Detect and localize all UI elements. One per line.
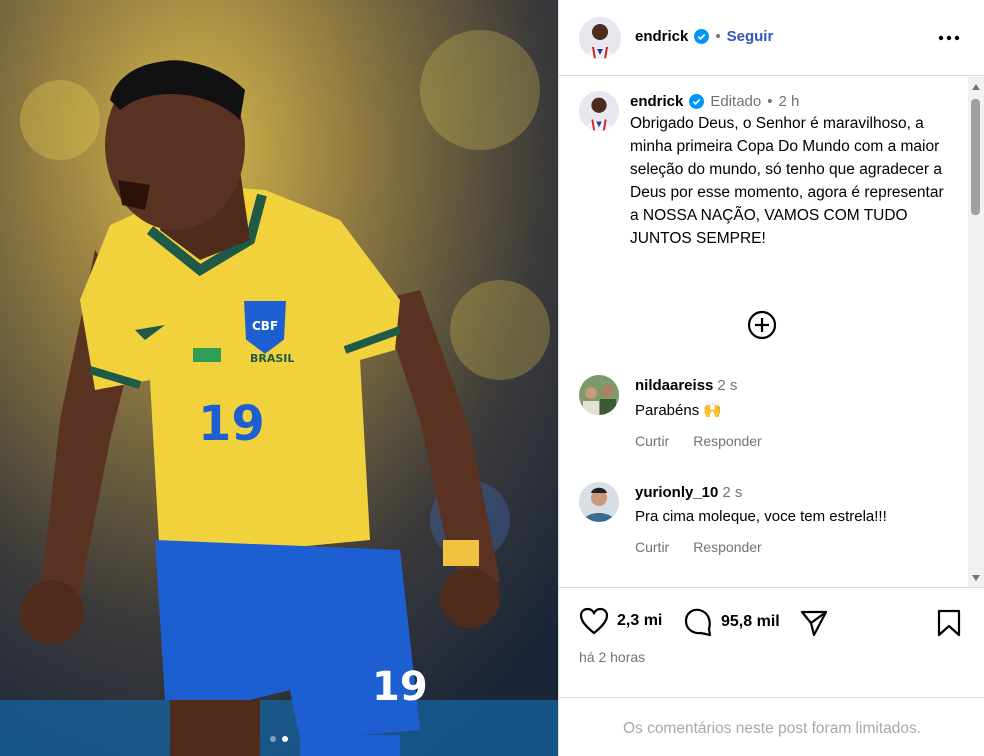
svg-text:19: 19 <box>372 664 428 710</box>
like-action[interactable]: 2,3 mi <box>579 607 662 635</box>
comment-text: Parabéns 🙌 <box>635 402 723 419</box>
comment-reply-button[interactable]: Responder <box>693 433 762 449</box>
author-avatar[interactable] <box>579 17 621 59</box>
comment-item: yurionly_10 2 s Pra cima moleque, voce te… <box>635 484 984 555</box>
verified-badge-icon <box>694 29 710 44</box>
carousel-indicator <box>0 736 558 742</box>
comment-item: nildaareiss 2 s Parabéns 🙌 Curtir Respond… <box>635 377 984 449</box>
post-panel: endrick • Seguir endrick Editado • 2 h O… <box>558 0 984 756</box>
post-time-ago[interactable]: há 2 horas <box>579 649 645 665</box>
crest-text: BRASIL <box>250 352 294 365</box>
scroll-up-arrow-icon[interactable] <box>972 84 980 90</box>
carousel-dot-active[interactable] <box>282 736 288 742</box>
comment-bubble-icon[interactable] <box>683 607 713 637</box>
comment-action[interactable]: 95,8 mil <box>683 607 780 637</box>
caption-time[interactable]: 2 h <box>779 93 800 110</box>
caption-avatar[interactable] <box>579 91 619 131</box>
caption-username[interactable]: endrick <box>630 93 683 110</box>
more-options-icon[interactable] <box>937 28 961 48</box>
carousel-dot[interactable] <box>270 736 276 742</box>
header-separator: • <box>715 28 721 45</box>
save-bookmark-icon[interactable] <box>936 608 962 638</box>
caption-separator: • <box>767 93 773 110</box>
verified-badge-icon <box>689 94 705 109</box>
edited-label: Editado <box>710 93 762 110</box>
post-photo[interactable]: CBF BRASIL 19 19 <box>0 0 558 756</box>
scroll-down-arrow-icon[interactable] <box>972 575 980 581</box>
player-illustration: CBF BRASIL 19 19 <box>0 0 558 756</box>
load-more-comments-icon[interactable] <box>746 309 778 341</box>
follow-button[interactable]: Seguir <box>727 28 774 45</box>
author-username[interactable]: endrick <box>635 28 688 45</box>
comment-like-button[interactable]: Curtir <box>635 539 669 555</box>
jersey-number: 19 <box>198 396 265 452</box>
comment-reply-button[interactable]: Responder <box>693 539 762 555</box>
caption-block: endrick Editado • 2 h Obrigado Deus, o S… <box>630 93 950 250</box>
heart-icon[interactable] <box>579 607 609 635</box>
comment-username[interactable]: nildaareiss <box>635 377 713 394</box>
post-header: endrick • Seguir <box>559 0 984 76</box>
comments-limited-notice: Os comentários neste post foram limitado… <box>559 697 984 756</box>
comment-avatar[interactable] <box>579 482 619 522</box>
comment-text: Pra cima moleque, voce tem estrela!!! <box>635 508 887 525</box>
comment-time[interactable]: 2 s <box>717 377 737 394</box>
comment-time[interactable]: 2 s <box>722 484 742 501</box>
comments-count[interactable]: 95,8 mil <box>721 613 780 631</box>
comment-like-button[interactable]: Curtir <box>635 433 669 449</box>
likes-count[interactable]: 2,3 mi <box>617 612 662 630</box>
scrollbar[interactable] <box>968 77 984 587</box>
svg-text:CBF: CBF <box>252 319 278 333</box>
comment-avatar[interactable] <box>579 375 619 415</box>
caption-text: Obrigado Deus, o Senhor é maravilhoso, a… <box>630 115 944 247</box>
scrollbar-thumb[interactable] <box>971 99 980 215</box>
comments-scroll-area[interactable]: endrick Editado • 2 h Obrigado Deus, o S… <box>559 77 984 587</box>
comment-username[interactable]: yurionly_10 <box>635 484 718 501</box>
share-icon[interactable] <box>799 608 829 638</box>
post-actions: 2,3 mi 95,8 mil há 2 horas <box>559 587 984 697</box>
